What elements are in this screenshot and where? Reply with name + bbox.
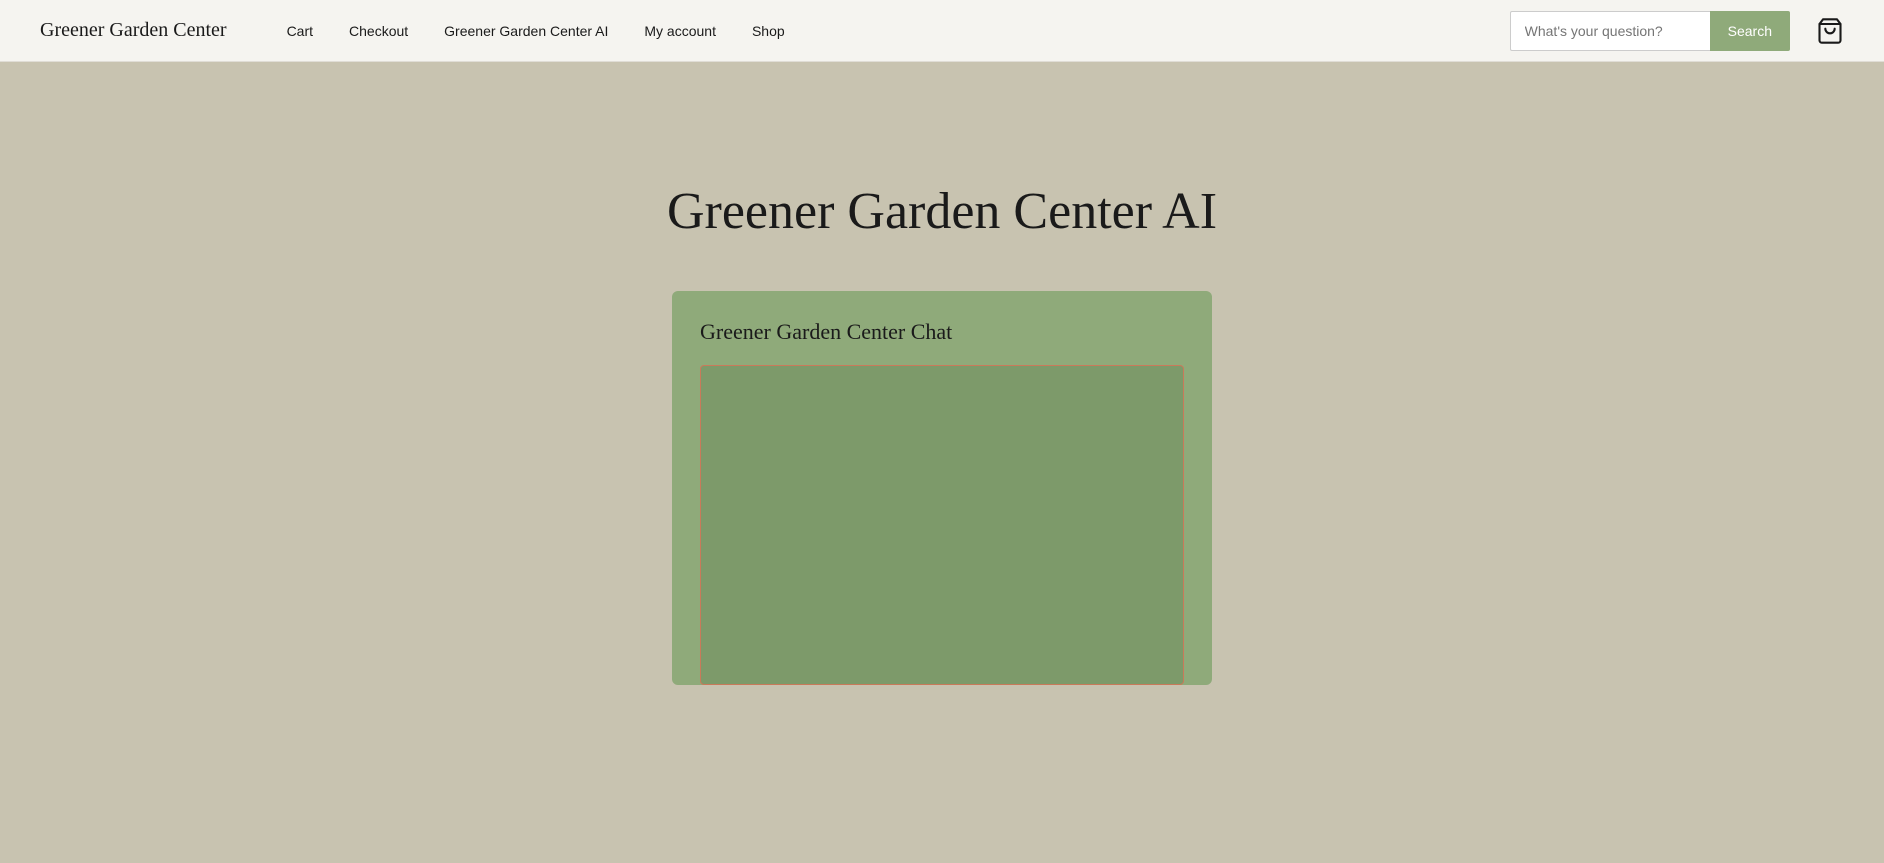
main-content: Greener Garden Center AI Greener Garden …: [0, 62, 1884, 863]
search-input[interactable]: [1510, 11, 1710, 51]
nav-link-checkout[interactable]: Checkout: [349, 23, 408, 39]
nav-link-ai[interactable]: Greener Garden Center AI: [444, 23, 608, 39]
cart-icon: [1816, 17, 1844, 45]
nav-link-shop[interactable]: Shop: [752, 23, 785, 39]
nav-link-myaccount[interactable]: My account: [644, 23, 716, 39]
nav: Cart Checkout Greener Garden Center AI M…: [287, 23, 1510, 39]
nav-link-cart[interactable]: Cart: [287, 23, 313, 39]
chat-widget: Greener Garden Center Chat: [672, 291, 1212, 685]
header-right: Search: [1510, 11, 1844, 51]
search-button[interactable]: Search: [1710, 11, 1790, 51]
cart-icon-wrapper[interactable]: [1816, 17, 1844, 45]
page-title: Greener Garden Center AI: [667, 182, 1217, 241]
chat-messages-area[interactable]: [700, 365, 1184, 685]
header: Greener Garden Center Cart Checkout Gree…: [0, 0, 1884, 62]
chat-widget-title: Greener Garden Center Chat: [700, 319, 1184, 345]
search-container: Search: [1510, 11, 1790, 51]
site-title: Greener Garden Center: [40, 19, 227, 42]
